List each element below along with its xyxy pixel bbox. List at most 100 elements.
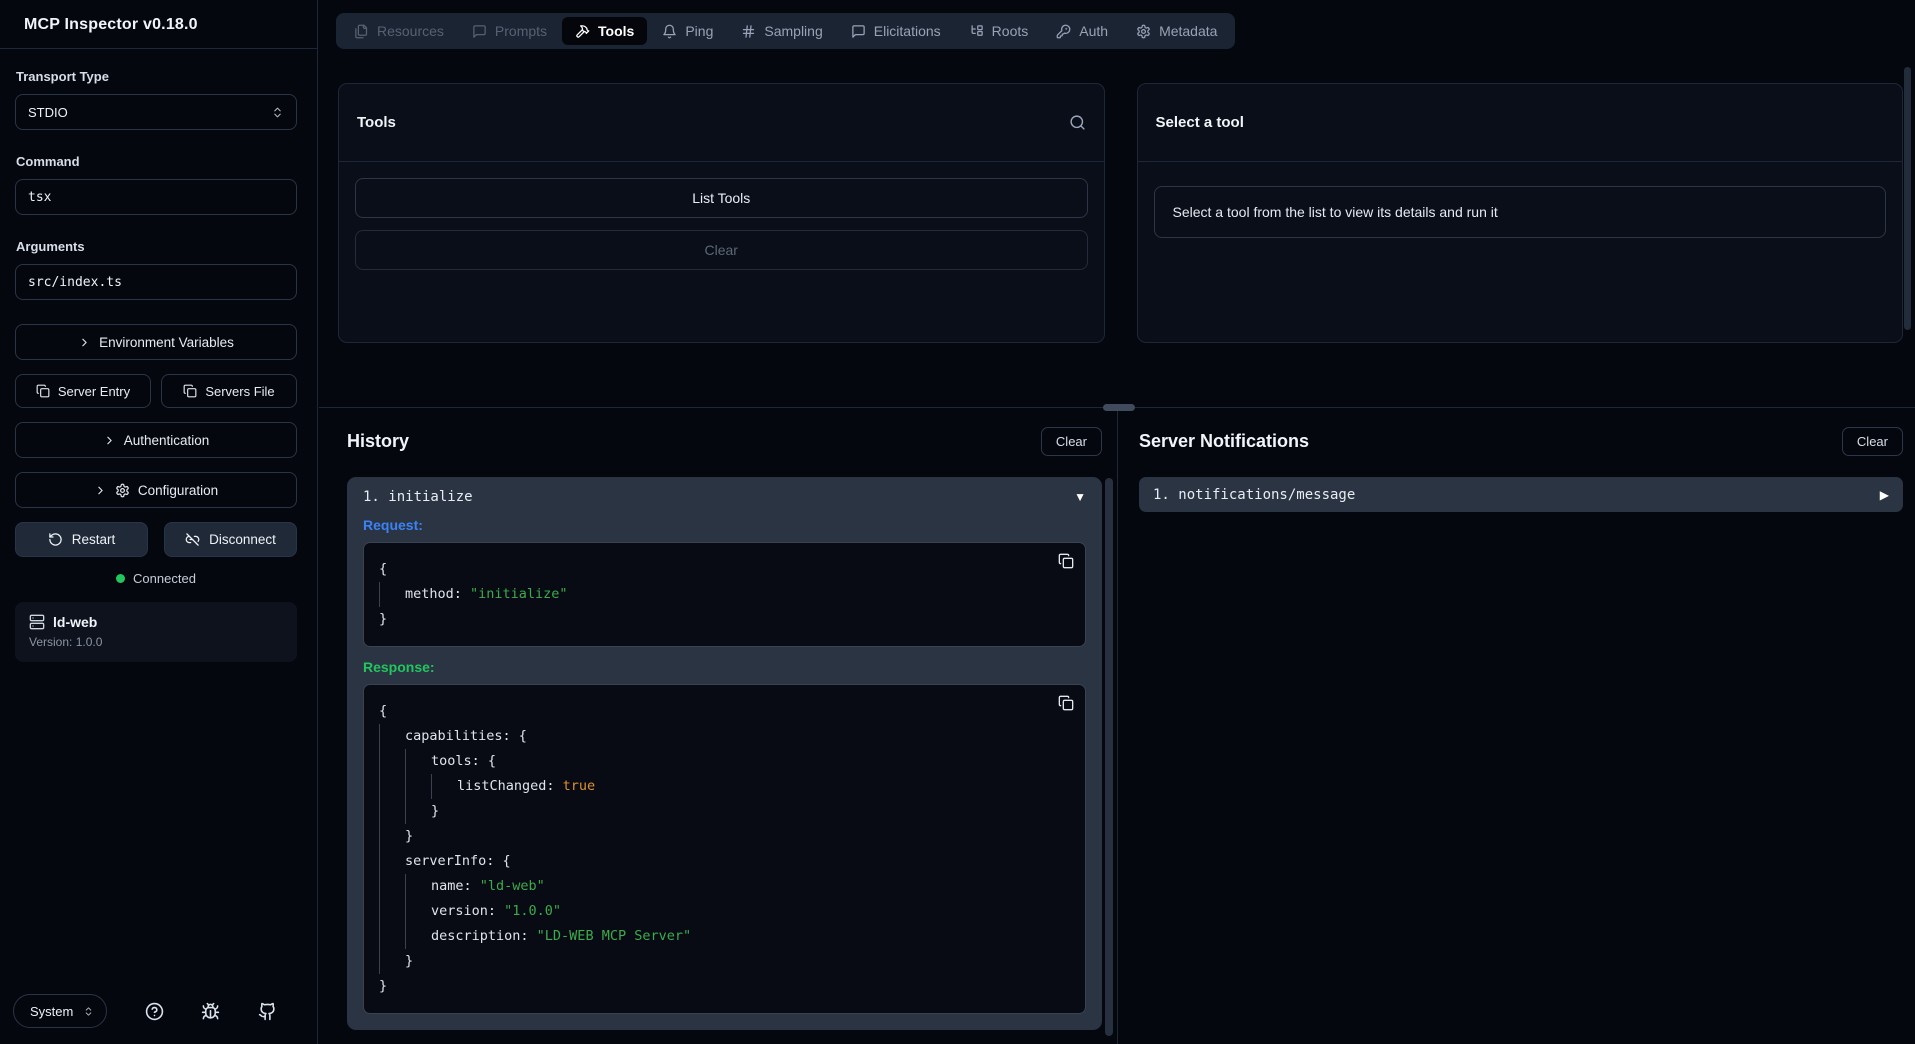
- link-slash-icon: [185, 532, 200, 547]
- sidebar-body: Transport Type STDIO Command tsx Argumen…: [0, 49, 317, 994]
- indent-guide: [379, 874, 405, 899]
- help-icon[interactable]: [145, 1002, 164, 1021]
- sidebar-header: MCP Inspector v0.18.0: [0, 0, 317, 49]
- code-token-plain: listChanged:: [457, 774, 563, 799]
- code-token-str: "ld-web": [480, 874, 545, 899]
- copy-icon[interactable]: [1058, 695, 1074, 711]
- theme-select[interactable]: System: [13, 994, 107, 1028]
- configuration-label: Configuration: [138, 483, 218, 498]
- indent-guide: [379, 582, 405, 607]
- copy-icon: [36, 384, 50, 398]
- split-drag-handle[interactable]: [1103, 404, 1135, 411]
- code-token-plain: serverInfo: {: [405, 849, 511, 874]
- code-token-plain: }: [431, 799, 439, 824]
- gear-icon: [115, 483, 130, 498]
- arguments-input[interactable]: src/index.ts: [15, 264, 297, 300]
- tab-label: Tools: [598, 23, 634, 39]
- main-area: ResourcesPrompts Tools Ping Sampling Elicita…: [319, 0, 1915, 1044]
- tab-sampling[interactable]: Sampling: [728, 17, 835, 45]
- code-token-plain: }: [405, 949, 413, 974]
- tool-detail-title: Select a tool: [1156, 114, 1244, 131]
- indent-guide: [379, 774, 405, 799]
- transport-type-value: STDIO: [28, 105, 68, 120]
- indent-guide: [405, 749, 431, 774]
- tab-elicitations[interactable]: Elicitations: [838, 17, 954, 45]
- indent-guide: [405, 874, 431, 899]
- authentication-button[interactable]: Authentication: [15, 422, 297, 458]
- indent-guide: [379, 899, 405, 924]
- configuration-button[interactable]: Configuration: [15, 472, 297, 508]
- connected-dot-icon: [116, 574, 125, 583]
- copy-icon: [183, 384, 197, 398]
- notifications-panel: Server Notifications Clear 1. notificati…: [1118, 409, 1915, 1044]
- github-icon[interactable]: [258, 1002, 277, 1021]
- message-icon: [472, 24, 487, 39]
- environment-variables-button[interactable]: Environment Variables: [15, 324, 297, 360]
- history-clear-button[interactable]: Clear: [1041, 427, 1102, 456]
- files-icon: [354, 24, 369, 39]
- key-icon: [1056, 24, 1071, 39]
- command-value: tsx: [28, 190, 51, 205]
- environment-variables-label: Environment Variables: [99, 335, 234, 350]
- indent-guide: [379, 924, 405, 949]
- history-scrollbar-thumb[interactable]: [1105, 478, 1113, 1036]
- connection-status-text: Connected: [133, 571, 196, 586]
- code-token-plain: name:: [431, 874, 480, 899]
- history-item-card: 1. initialize ▼ Request: {method: "initi…: [347, 477, 1102, 1030]
- notification-item[interactable]: 1. notifications/message ▶: [1139, 477, 1903, 512]
- app-window: MCP Inspector v0.18.0 Transport Type STD…: [0, 0, 1915, 1044]
- request-label: Request:: [363, 517, 1086, 533]
- disconnect-button[interactable]: Disconnect: [164, 522, 297, 557]
- history-item-header[interactable]: 1. initialize ▼: [363, 489, 1086, 505]
- arguments-value: src/index.ts: [28, 275, 122, 290]
- connected-server-card: ld-web Version: 1.0.0: [15, 602, 297, 662]
- tab-roots[interactable]: Roots: [956, 17, 1042, 45]
- indent-guide: [379, 824, 405, 849]
- hash-icon: [741, 24, 756, 39]
- tab-tools[interactable]: Tools: [562, 17, 647, 45]
- search-icon[interactable]: [1069, 114, 1086, 131]
- tab-label: Sampling: [764, 23, 822, 39]
- bug-icon[interactable]: [201, 1002, 220, 1021]
- indent-guide: [405, 799, 431, 824]
- tab-auth[interactable]: Auth: [1043, 17, 1121, 45]
- servers-file-button[interactable]: Servers File: [161, 374, 297, 408]
- server-icon: [29, 614, 45, 630]
- tools-panel: Tools List Tools Clear: [338, 83, 1105, 343]
- tool-detail-placeholder: Select a tool from the list to view its …: [1154, 186, 1887, 238]
- tab-label: Elicitations: [874, 23, 941, 39]
- indent-guide: [405, 924, 431, 949]
- sidebar: MCP Inspector v0.18.0 Transport Type STD…: [0, 0, 318, 1044]
- restart-button[interactable]: Restart: [15, 522, 148, 557]
- history-panel: History Clear 1. initialize ▼ Request: {…: [319, 409, 1118, 1044]
- notifications-clear-button[interactable]: Clear: [1842, 427, 1903, 456]
- expand-triangle-icon: ▶: [1880, 489, 1889, 501]
- tools-clear-button[interactable]: Clear: [355, 230, 1088, 270]
- code-token-plain: }: [405, 824, 413, 849]
- tab-metadata[interactable]: Metadata: [1123, 17, 1230, 45]
- notification-label: 1. notifications/message: [1153, 487, 1355, 503]
- tab-prompts[interactable]: Prompts: [459, 17, 560, 45]
- tab-ping[interactable]: Ping: [649, 17, 726, 45]
- server-entry-label: Server Entry: [58, 384, 130, 399]
- command-label: Command: [16, 154, 297, 169]
- top-scrollbar-thumb[interactable]: [1904, 67, 1911, 330]
- indent-guide: [431, 774, 457, 799]
- hammer-icon: [575, 24, 590, 39]
- servers-file-label: Servers File: [205, 384, 274, 399]
- command-input[interactable]: tsx: [15, 179, 297, 215]
- code-token-plain: }: [379, 974, 387, 999]
- server-entry-button[interactable]: Server Entry: [15, 374, 151, 408]
- list-tools-button[interactable]: List Tools: [355, 178, 1088, 218]
- arguments-label: Arguments: [16, 239, 297, 254]
- code-token-bool: true: [563, 774, 596, 799]
- chevron-right-icon: [78, 336, 91, 349]
- app-title: MCP Inspector v0.18.0: [24, 16, 293, 34]
- server-name: ld-web: [53, 614, 97, 630]
- copy-icon[interactable]: [1058, 553, 1074, 569]
- code-token-plain: version:: [431, 899, 504, 924]
- transport-type-select[interactable]: STDIO: [15, 94, 297, 130]
- restart-icon: [48, 532, 63, 547]
- theme-value: System: [30, 1004, 73, 1019]
- tab-resources[interactable]: Resources: [341, 17, 457, 45]
